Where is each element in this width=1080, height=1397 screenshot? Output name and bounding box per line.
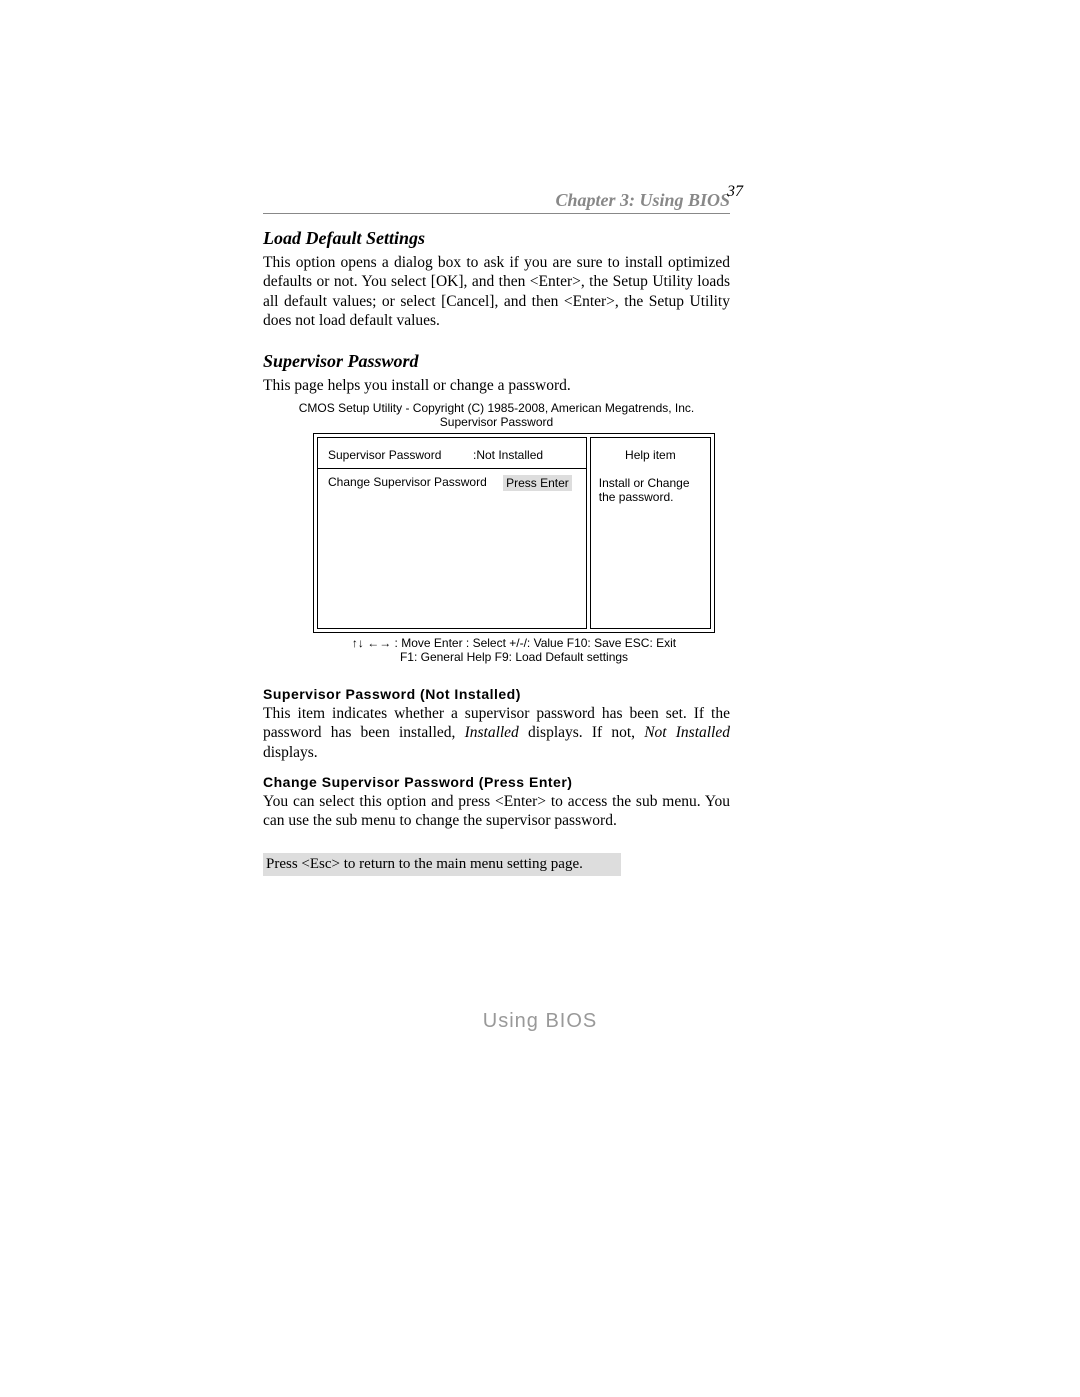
bios-legend: ↑↓ ←→ : Move Enter : Select +/-/: Value …	[313, 636, 715, 664]
bios-change-label: Change Supervisor Password	[328, 475, 487, 491]
bios-press-enter-badge: Press Enter	[503, 475, 572, 491]
bios-help-text: Install or Change the password.	[599, 476, 702, 504]
chapter-header: Chapter 3: Using BIOS	[263, 190, 730, 214]
bios-row-status: Supervisor Password :Not Installed	[328, 448, 576, 462]
sp-body-post: displays.	[263, 744, 318, 761]
subbody-change-sp: You can select this option and press <En…	[263, 792, 730, 831]
section-intro-supervisor-password: This page helps you install or change a …	[263, 376, 730, 395]
section-title-supervisor-password: Supervisor Password	[263, 351, 730, 372]
section-title-load-default: Load Default Settings	[263, 228, 730, 249]
sp-body-italic1: Installed	[465, 724, 519, 741]
subbody-sp-not-installed: This item indicates whether a supervisor…	[263, 704, 730, 762]
subheading-change-sp: Change Supervisor Password (Press Enter)	[263, 774, 730, 790]
subheading-sp-not-installed: Supervisor Password (Not Installed)	[263, 686, 730, 702]
bios-title-line1: CMOS Setup Utility - Copyright (C) 1985-…	[263, 401, 730, 415]
sp-body-mid: displays. If not,	[519, 724, 644, 741]
section-body-load-default: This option opens a dialog box to ask if…	[263, 253, 730, 331]
bios-status-value: :Not Installed	[473, 448, 543, 462]
bios-right-panel: Help item Install or Change the password…	[590, 437, 711, 629]
bios-status-label: Supervisor Password	[328, 448, 473, 462]
footer-text: Using BIOS	[0, 1010, 1080, 1033]
bios-help-title: Help item	[599, 448, 702, 462]
page-number: 37	[727, 183, 743, 201]
bios-left-panel: Supervisor Password :Not Installed Chang…	[317, 437, 587, 629]
bios-legend-line1: ↑↓ ←→ : Move Enter : Select +/-/: Value …	[313, 636, 715, 650]
bios-legend-line2: F1: General Help F9: Load Default settin…	[313, 650, 715, 664]
bios-row-change: Change Supervisor Password Press Enter	[328, 475, 576, 491]
bios-divider	[318, 468, 586, 469]
esc-note-bar: Press <Esc> to return to the main menu s…	[263, 853, 621, 876]
sp-body-italic2: Not Installed	[644, 724, 730, 741]
bios-screen-box: Supervisor Password :Not Installed Chang…	[313, 433, 715, 633]
bios-title-line2: Supervisor Password	[263, 415, 730, 429]
